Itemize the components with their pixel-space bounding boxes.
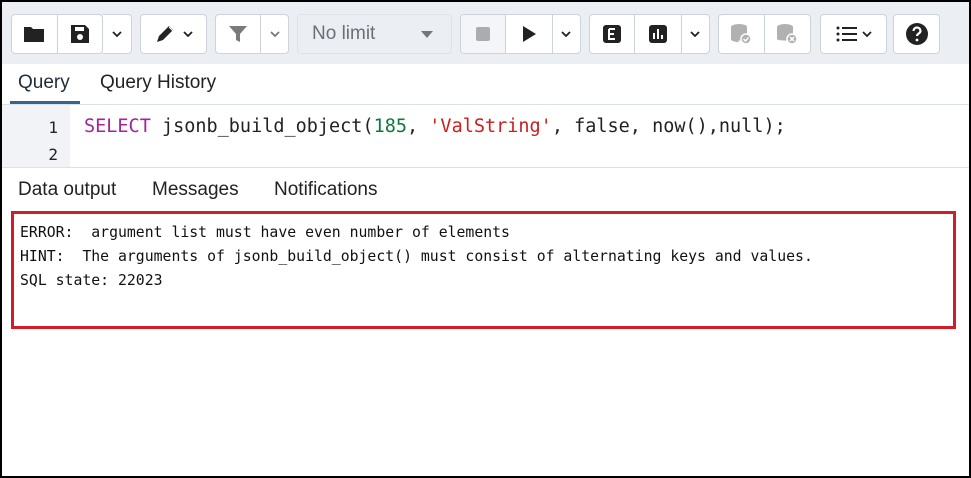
messages-panel: ERROR: argument list must have even numb…	[11, 211, 956, 329]
play-icon	[523, 26, 537, 42]
explain-analyze-button[interactable]	[634, 15, 680, 53]
commit-button[interactable]	[719, 15, 764, 53]
execute-group	[460, 14, 581, 54]
chevron-down-icon	[561, 31, 572, 37]
query-tool-window: No limit Query Query History 1 2 SELECT …	[0, 0, 971, 478]
output-tabs: Data output Messages Notifications	[2, 168, 969, 208]
hint-message: HINT: The arguments of jsonb_build_objec…	[20, 248, 813, 265]
macros-button[interactable]	[820, 14, 887, 54]
tab-messages[interactable]: Messages	[152, 179, 239, 201]
keyword-select: SELECT	[84, 116, 151, 137]
open-file-button[interactable]	[12, 15, 57, 53]
tab-query-history[interactable]: Query History	[100, 72, 216, 94]
chevron-down-icon	[690, 31, 701, 37]
edit-button[interactable]	[140, 14, 207, 54]
row-limit-value: No limit	[312, 23, 376, 44]
code-line: SELECT jsonb_build_object(185, 'ValStrin…	[84, 116, 786, 137]
save-icon	[70, 25, 89, 43]
rollback-button[interactable]	[763, 15, 810, 53]
line-number-gutter: 1 2	[2, 105, 70, 167]
stop-button[interactable]	[461, 15, 506, 53]
file-group	[11, 14, 103, 54]
editor-tabs: Query Query History	[2, 64, 969, 105]
filter-dropdown-button[interactable]	[260, 15, 288, 53]
line-number: 2	[48, 145, 58, 164]
tab-query[interactable]: Query	[18, 72, 70, 94]
sql-editor[interactable]: 1 2 SELECT jsonb_build_object(185, 'ValS…	[2, 105, 969, 168]
filter-group	[215, 14, 289, 54]
stop-icon	[476, 27, 491, 41]
filter-icon	[229, 26, 248, 42]
help-button[interactable]	[893, 14, 940, 54]
execute-dropdown-button[interactable]	[551, 15, 580, 53]
code-number: 185	[373, 116, 408, 137]
macros-icon	[836, 26, 857, 42]
save-file-button[interactable]	[56, 15, 103, 53]
commit-icon	[731, 24, 752, 45]
chevron-down-icon	[182, 31, 193, 37]
active-tab-indicator	[10, 101, 80, 104]
code-comma: ,	[407, 116, 430, 137]
explain-analyze-icon	[649, 25, 668, 43]
execute-button[interactable]	[505, 15, 551, 53]
tab-data-output[interactable]: Data output	[18, 179, 116, 201]
toolbar: No limit	[2, 2, 969, 64]
caret-down-icon	[421, 31, 433, 38]
explain-icon	[603, 25, 622, 43]
chevron-down-icon	[269, 31, 280, 37]
rollback-icon	[777, 24, 798, 45]
line-number: 1	[48, 118, 58, 137]
edit-icon	[156, 26, 173, 42]
tab-notifications[interactable]: Notifications	[274, 179, 378, 201]
save-dropdown-button[interactable]	[103, 14, 132, 54]
sql-state-message: SQL state: 22023	[20, 272, 163, 289]
chevron-down-icon	[861, 31, 872, 37]
code-string: 'ValString'	[429, 116, 552, 137]
help-icon	[905, 23, 928, 45]
code-rest: , false, now(),null);	[551, 116, 786, 137]
error-message: ERROR: argument list must have even numb…	[20, 224, 510, 241]
explain-button[interactable]	[590, 15, 634, 53]
explain-dropdown-button[interactable]	[680, 15, 709, 53]
chevron-down-icon	[112, 31, 122, 37]
folder-icon	[24, 27, 45, 42]
transaction-group	[718, 14, 811, 54]
filter-button[interactable]	[216, 15, 260, 53]
explain-group	[589, 14, 710, 54]
row-limit-select[interactable]: No limit	[297, 14, 452, 54]
code-function: jsonb_build_object(	[150, 116, 374, 137]
